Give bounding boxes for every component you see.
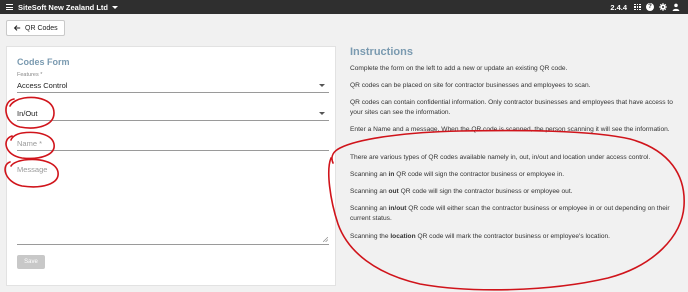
text-bold: in/out	[388, 205, 407, 212]
instruction-paragraph: Scanning an in QR code will sign the con…	[350, 170, 680, 180]
save-button[interactable]: Save	[17, 255, 45, 269]
gear-icon[interactable]	[659, 3, 667, 11]
arrow-left-icon	[13, 25, 21, 31]
app-version: 2.4.4	[610, 2, 627, 12]
text-segment: Scanning an	[350, 188, 389, 195]
name-input[interactable]: Name *	[17, 139, 42, 148]
features-label: Features *	[17, 72, 43, 78]
text-bold: out	[388, 188, 399, 195]
chevron-down-icon[interactable]	[112, 6, 119, 9]
text-segment: QR code will sign the contractor busines…	[394, 171, 565, 178]
instruction-paragraph: There are various types of QR codes avai…	[350, 154, 651, 161]
text-segment: Scanning an	[350, 205, 389, 212]
type-select[interactable]: In/Out	[17, 109, 37, 118]
text-segment: Scanning an	[350, 171, 389, 178]
instruction-paragraph: Scanning an out QR code will sign the co…	[350, 187, 680, 197]
app-topbar: SiteSoft New Zealand Ltd 2.4.4 ?	[0, 0, 688, 14]
codes-form-panel: Codes Form Features * Access Control In/…	[6, 46, 336, 286]
features-select[interactable]: Access Control	[17, 81, 67, 90]
text-segment: QR code will sign the contractor busines…	[398, 188, 573, 195]
hamburger-menu-icon[interactable]	[3, 0, 15, 14]
name-underline	[17, 150, 329, 151]
instruction-paragraph: Enter a Name and a message. When the QR …	[350, 126, 670, 133]
instruction-paragraph: QR codes can contain confidential inform…	[350, 99, 673, 116]
instructions-title: Instructions	[350, 46, 413, 58]
help-icon[interactable]: ?	[646, 3, 654, 11]
account-icon[interactable]	[672, 3, 680, 11]
back-button[interactable]: QR Codes	[6, 20, 65, 36]
apps-grid-icon[interactable]	[634, 3, 641, 11]
resize-handle-icon[interactable]	[323, 237, 328, 242]
text-segment: QR code will mark the contractor busines…	[415, 233, 611, 240]
text-bold: location	[390, 233, 416, 240]
features-underline	[17, 92, 329, 93]
message-textarea[interactable]	[17, 163, 329, 245]
topbar-right: 2.4.4 ?	[610, 0, 680, 14]
type-underline	[17, 120, 329, 121]
type-chevron-down-icon[interactable]	[319, 112, 325, 115]
company-name[interactable]: SiteSoft New Zealand Ltd	[18, 3, 108, 12]
instruction-paragraph: Scanning the location QR code will mark …	[350, 232, 680, 242]
text-segment: Scanning the	[350, 233, 391, 240]
instruction-paragraph: Complete the form on the left to add a n…	[350, 65, 568, 72]
breadcrumb-bar: QR Codes	[0, 14, 688, 42]
form-title: Codes Form	[17, 57, 70, 67]
features-chevron-down-icon[interactable]	[319, 84, 325, 87]
instruction-paragraph: QR codes can be placed on site for contr…	[350, 82, 591, 89]
back-button-label: QR Codes	[25, 24, 58, 32]
instruction-paragraph: Scanning an in/out QR code will either s…	[350, 204, 680, 224]
